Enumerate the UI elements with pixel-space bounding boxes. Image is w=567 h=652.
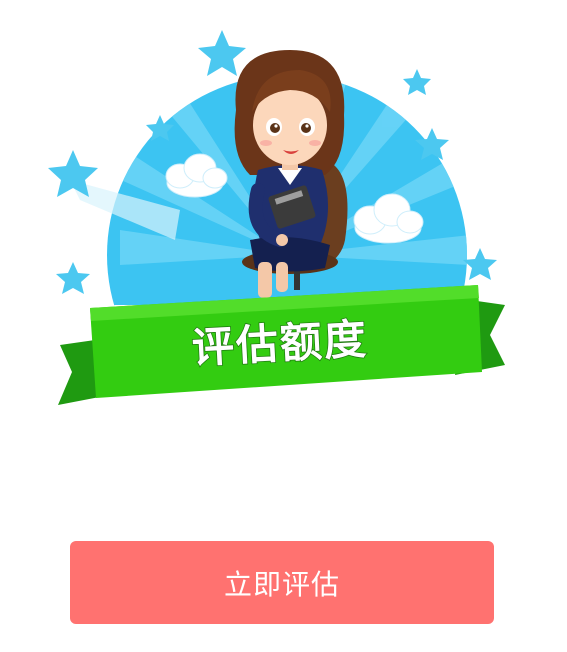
- banner-title: 评估额度: [191, 314, 369, 372]
- woman-avatar-illustration: [234, 50, 348, 298]
- star-icon: [463, 248, 497, 280]
- evaluate-now-button[interactable]: 立即评估: [70, 541, 494, 624]
- star-icon: [403, 69, 431, 95]
- hero-svg: 评估额度: [48, 30, 505, 405]
- hero-illustration: 评估额度: [0, 0, 567, 460]
- star-icon: [56, 262, 90, 294]
- star-icon: [198, 30, 246, 76]
